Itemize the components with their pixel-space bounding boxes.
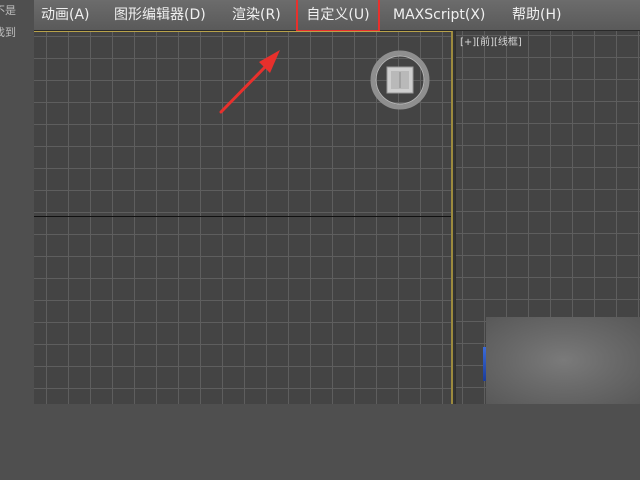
menu-maxscript[interactable]: MAXScript(X)	[393, 0, 485, 30]
viewcube-icon	[370, 50, 430, 110]
perspective-viewport[interactable]	[34, 31, 453, 404]
screenshot-page: 不是 找到 动画(A) 图形编辑器(D) 渲染(R) 自定义(U) MAXScr…	[0, 0, 640, 480]
menu-help[interactable]: 帮助(H)	[512, 0, 561, 30]
viewport-horizon-line	[34, 216, 451, 217]
background-text-line-1: 不是	[0, 4, 16, 17]
menu-bar: 动画(A) 图形编辑器(D) 渲染(R) 自定义(U) MAXScript(X)…	[34, 0, 640, 32]
menu-customize[interactable]: 自定义(U)	[296, 0, 380, 32]
front-viewport[interactable]: [+][前][线框]	[455, 31, 640, 404]
menu-animation[interactable]: 动画(A)	[41, 0, 90, 30]
background-document-text: 不是 找到	[0, 0, 34, 60]
3dsmax-window: 动画(A) 图形编辑器(D) 渲染(R) 自定义(U) MAXScript(X)…	[34, 0, 640, 404]
viewcube[interactable]	[370, 50, 430, 110]
background-text-line-2: 找到	[0, 26, 16, 39]
blurred-region	[486, 317, 640, 404]
menu-rendering[interactable]: 渲染(R)	[232, 0, 281, 30]
menu-graph-editors[interactable]: 图形编辑器(D)	[114, 0, 206, 30]
viewport-label[interactable]: [+][前][线框]	[460, 33, 522, 48]
